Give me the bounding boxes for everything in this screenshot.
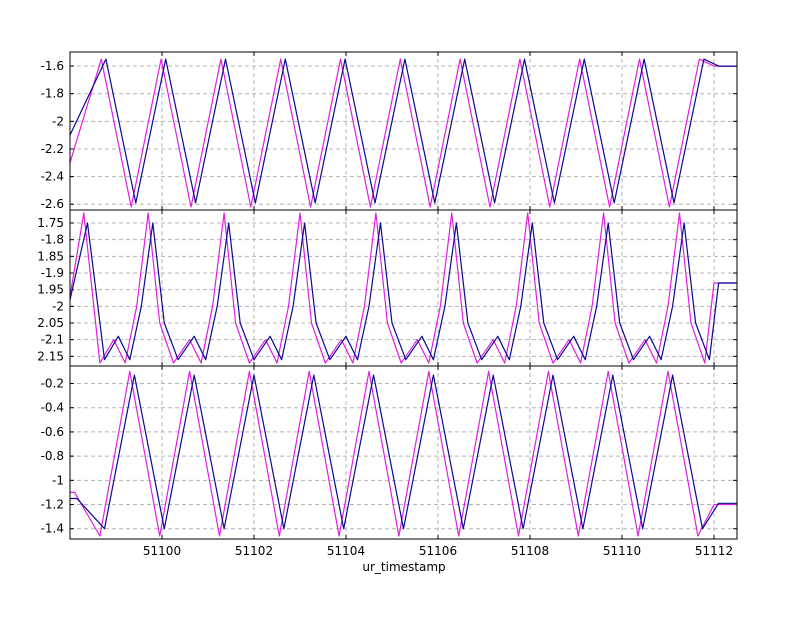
y-tick-label: -2 (52, 299, 64, 313)
x-tick-label: 51106 (419, 544, 457, 558)
y-tick-label: -2 (52, 114, 64, 128)
y-tick-label: -2.2 (41, 142, 64, 156)
y-tick-label: 1.85 (37, 249, 64, 263)
series-line-1 (70, 370, 737, 537)
chart-panels: -1.6-1.8-2-2.2-2.4-2.61.75-1.81.85-1.91.… (37, 51, 738, 558)
y-tick-label: -2.1 (41, 333, 64, 347)
series-line-2 (69, 222, 737, 361)
panel-frame (69, 209, 738, 367)
panel-3: -0.2 -0.4 -0.6 -0.8 -1 -1.2 -1.4 51100 51102 5110… (41, 365, 738, 558)
chart-figure: -1.6 -1.8 -2 -2.2 -2.4 -2.6 1.75 -1.8 1.85 -1.9 1.… (0, 0, 800, 618)
x-tick-label: 51104 (327, 544, 365, 558)
y-tick-label: -0.6 (41, 425, 64, 439)
series-line-1 (69, 212, 737, 364)
y-tick-label: -1.6 (41, 59, 64, 73)
y-tick-label: -2.4 (41, 170, 64, 184)
series-line-2 (69, 58, 737, 204)
y-tick-label: -1.8 (41, 233, 64, 247)
x-tick-label: 51100 (143, 544, 181, 558)
y-tick-label: -1.4 (41, 522, 64, 536)
y-tick-label: -0.8 (41, 449, 64, 463)
y-tick-label: -1.2 (41, 498, 64, 512)
y-tick-label: 2.15 (37, 349, 64, 363)
panel-1: -1.6 -1.8 -2 -2.2 -2.4 -2.6 (41, 51, 738, 211)
x-tick-label: 51112 (695, 544, 733, 558)
chart-svg: -1.6-1.8-2-2.2-2.4-2.61.75-1.81.85-1.91.… (37, 51, 738, 574)
y-tick-label: 1.95 (37, 283, 64, 297)
y-tick-label: -1.8 (41, 87, 64, 101)
x-axis-title: ur_timestamp (362, 560, 445, 574)
y-tick-label: 2.05 (37, 316, 64, 330)
y-tick-label: -1.9 (41, 266, 64, 280)
x-tick-label: 51102 (235, 544, 273, 558)
y-tick-label: 1.75 (37, 216, 64, 230)
panel-2: 1.75 -1.8 1.85 -1.9 1.95 -2 2.05 -2.1 2.15 (37, 209, 738, 367)
x-tick-label: 51110 (603, 544, 641, 558)
y-tick-label: -2.6 (41, 197, 64, 211)
y-tick-label: -0.4 (41, 401, 64, 415)
x-tick-label: 51108 (511, 544, 549, 558)
series-line-2 (70, 374, 737, 530)
y-tick-label: -1 (52, 473, 64, 487)
y-tick-label: -0.2 (41, 377, 64, 391)
